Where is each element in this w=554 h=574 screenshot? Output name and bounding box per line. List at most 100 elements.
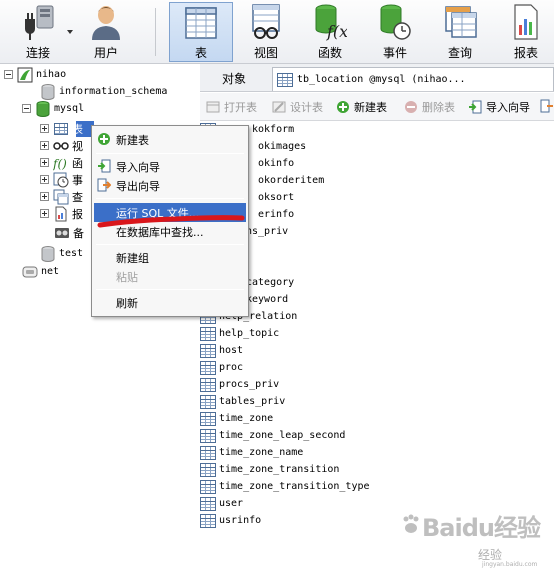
table-name: erinfo xyxy=(258,209,295,220)
plug-icon xyxy=(18,2,58,42)
table-icon xyxy=(181,3,221,42)
tree-item-label: 报 xyxy=(72,207,83,221)
design-table-button[interactable]: 设计表 xyxy=(272,99,323,115)
design-table-icon xyxy=(272,101,286,113)
connect-dropdown-icon[interactable] xyxy=(67,30,73,34)
open-table-icon xyxy=(206,101,220,113)
user-label: 用户 xyxy=(93,46,118,60)
expand-icon[interactable] xyxy=(40,141,49,150)
menu-separator xyxy=(96,244,244,245)
expand-icon[interactable] xyxy=(40,158,49,167)
table-name: oksort xyxy=(258,192,295,203)
open-table-button[interactable]: 打开表 xyxy=(206,99,257,115)
event-icon xyxy=(53,172,69,188)
table-name: time_zone_transition xyxy=(219,464,340,475)
report-button[interactable]: 报表 xyxy=(504,2,548,62)
table-row[interactable]: time_zone xyxy=(200,410,273,427)
table-row[interactable]: time_zone_name xyxy=(200,444,303,461)
table-name: usrinfo xyxy=(219,515,262,526)
query-label: 查询 xyxy=(447,46,472,60)
table-name: category xyxy=(246,277,295,288)
import-icon xyxy=(98,159,111,173)
connection-icon xyxy=(17,67,33,83)
collapse-icon[interactable] xyxy=(22,104,31,113)
import-wizard-button[interactable]: 导入向导 xyxy=(468,99,530,115)
table-icon xyxy=(200,496,216,511)
table-name: ns_priv xyxy=(246,226,289,237)
table-name: proc xyxy=(219,362,244,373)
table-icon xyxy=(200,479,216,494)
expand-icon[interactable] xyxy=(40,175,49,184)
table-name: okorderitem xyxy=(258,175,325,186)
tab-table-design[interactable]: tb_location @mysql (nihao... xyxy=(272,67,554,91)
table-name: okimages xyxy=(258,141,307,152)
tree-connection-nihao[interactable]: nihao xyxy=(4,66,66,83)
table-name: time_zone_name xyxy=(219,447,304,458)
tree-db-information-schema[interactable]: information_schema xyxy=(40,83,167,100)
db-label: test xyxy=(59,248,84,259)
table-row[interactable]: help_topic xyxy=(200,325,279,342)
view-button[interactable]: 视图 xyxy=(244,2,288,62)
collapse-icon[interactable] xyxy=(4,70,13,79)
table-row[interactable]: proc xyxy=(200,359,243,376)
watermark-brand: Baidu经验 xyxy=(422,514,541,542)
delete-table-button[interactable]: 删除表 xyxy=(404,99,455,115)
table-row[interactable]: procs_priv xyxy=(200,376,279,393)
table-button[interactable]: 表 xyxy=(169,2,233,62)
tree-item-label: 备 xyxy=(73,226,84,240)
add-icon xyxy=(98,133,110,145)
menu-separator xyxy=(96,153,244,154)
table-row[interactable]: time_zone_leap_second xyxy=(200,427,345,444)
open-table-label: 打开表 xyxy=(224,101,257,114)
connect-button[interactable]: 连接 xyxy=(14,2,62,62)
user-button[interactable]: 用户 xyxy=(84,2,128,62)
tree-connection-net[interactable]: net xyxy=(22,263,59,280)
menu-item-export-wizard[interactable]: 导出向导 xyxy=(94,176,246,195)
query-button[interactable]: 查询 xyxy=(438,2,482,62)
object-toolbar: 打开表 设计表 新建表 删除表 导入向导 xyxy=(200,93,554,121)
table-row[interactable]: usrinfo xyxy=(200,512,261,529)
menu-item-new-table[interactable]: 新建表 xyxy=(94,130,246,149)
tab-label: tb_location @mysql (nihao... xyxy=(297,74,466,85)
tree-db-test[interactable]: test xyxy=(40,245,83,262)
tree-item-functions[interactable]: f() 函 xyxy=(40,154,83,171)
watermark-url: jingyan.baidu.com xyxy=(482,561,538,568)
new-table-label: 新建表 xyxy=(354,101,387,114)
expand-icon[interactable] xyxy=(40,124,49,133)
table-name: okinfo xyxy=(258,158,295,169)
table-name: procs_priv xyxy=(219,379,280,390)
menu-item-new-group[interactable]: 新建组 xyxy=(94,248,246,267)
table-row[interactable]: tables_priv xyxy=(200,393,285,410)
table-name: host xyxy=(219,345,244,356)
menu-item-import-wizard[interactable]: 导入向导 xyxy=(94,157,246,176)
tree-item-label: 视 xyxy=(72,139,83,153)
table-icon xyxy=(200,462,216,477)
new-table-button[interactable]: 新建表 xyxy=(336,99,387,115)
menu-item-refresh[interactable]: 刷新 xyxy=(94,293,246,312)
backup-icon xyxy=(54,225,70,241)
tree-item-backups[interactable]: 备 xyxy=(54,224,84,241)
expand-icon[interactable] xyxy=(40,192,49,201)
table-row[interactable]: user xyxy=(200,495,243,512)
function-icon: f() xyxy=(53,155,69,171)
event-button[interactable]: 事件 xyxy=(373,2,417,62)
tree-db-mysql[interactable]: mysql xyxy=(22,100,84,117)
function-button[interactable]: f(x) 函数 xyxy=(308,2,352,62)
expand-icon[interactable] xyxy=(40,209,49,218)
table-row[interactable]: host xyxy=(200,342,243,359)
tree-item-tables[interactable]: 表 xyxy=(40,120,83,137)
report-label: 报表 xyxy=(513,46,538,60)
connection-label: net xyxy=(41,266,60,277)
table-row[interactable]: time_zone_transition xyxy=(200,461,339,478)
tree-item-label: 事 xyxy=(72,173,83,187)
tab-objects[interactable]: 对象 xyxy=(222,70,246,87)
tree-item-reports[interactable]: 报 xyxy=(40,205,83,222)
event-icon xyxy=(375,2,415,42)
table-icon xyxy=(200,360,216,375)
tree-item-queries[interactable]: 查 xyxy=(40,188,83,205)
tree-item-views[interactable]: 视 xyxy=(40,137,83,154)
menu-item-paste[interactable]: 粘贴 xyxy=(94,267,246,286)
export-icon-button[interactable] xyxy=(540,99,554,113)
table-row[interactable]: time_zone_transition_type xyxy=(200,478,370,495)
tree-item-events[interactable]: 事 xyxy=(40,171,83,188)
